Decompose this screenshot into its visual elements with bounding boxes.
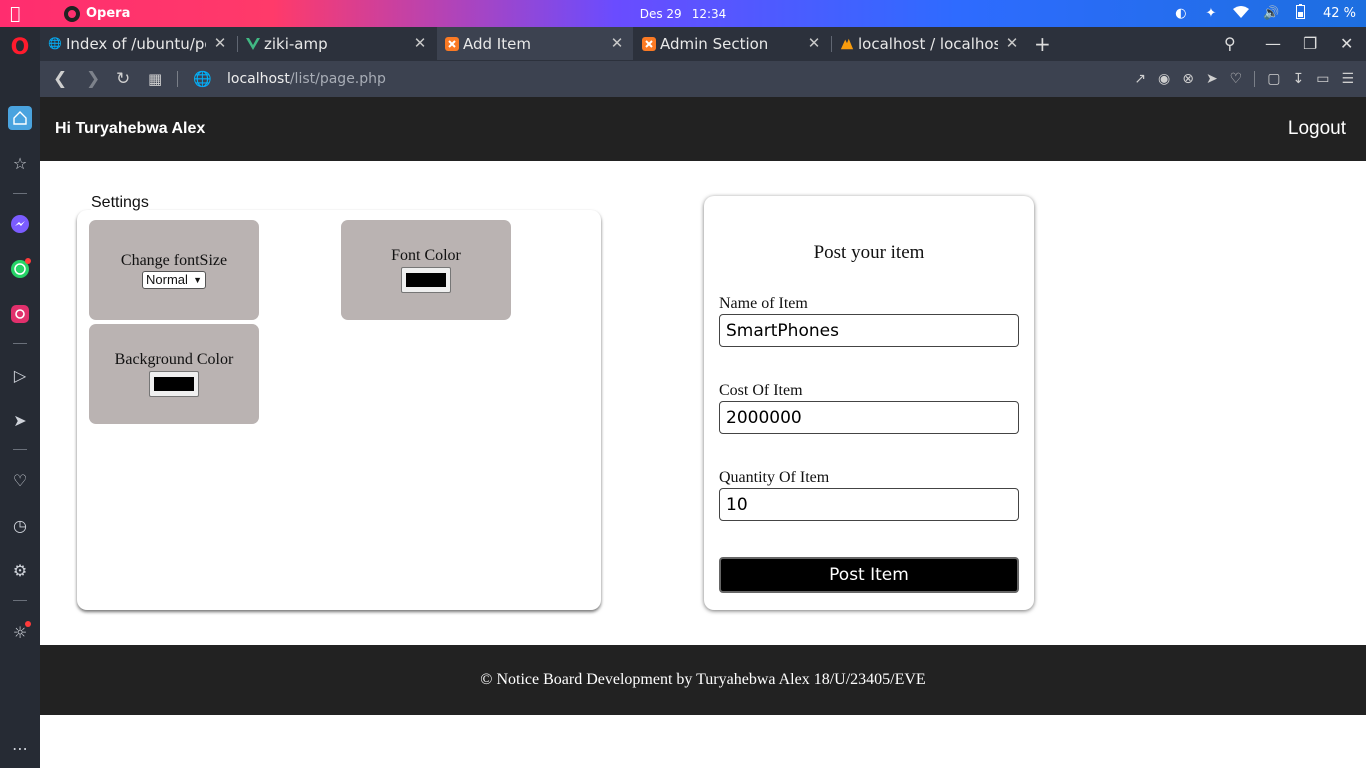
font-size-label: Change fontSize xyxy=(120,251,228,269)
phpmyadmin-icon xyxy=(840,37,854,51)
adblock-icon[interactable]: ⊗ xyxy=(1182,71,1194,87)
url-host: localhost xyxy=(227,71,290,87)
settings-legend: Settings xyxy=(91,194,149,212)
font-color-box: Font Color xyxy=(341,220,511,320)
greeting-text: Hi Turyahebwa Alex xyxy=(55,120,206,137)
send-page-icon[interactable]: ➤ xyxy=(1206,71,1218,87)
share-icon[interactable]: ↗ xyxy=(1134,71,1146,87)
address-actions: ↗ ◉ ⊗ ➤ ♡ ▢ ↧ ▭ ☰ xyxy=(1134,61,1354,97)
close-tab-icon[interactable]: ✕ xyxy=(806,34,822,52)
tabs-grid-icon[interactable]: ▦ xyxy=(148,61,162,97)
download-icon[interactable]: ↧ xyxy=(1292,71,1304,87)
messenger-icon[interactable] xyxy=(8,212,32,236)
item-name-label: Name of Item xyxy=(719,295,808,312)
close-tab-icon[interactable]: ✕ xyxy=(212,34,228,52)
reload-icon[interactable]: ↻ xyxy=(116,61,130,97)
tab-add-item[interactable]: Add Item ✕ xyxy=(437,27,633,60)
volume-icon[interactable]: 🔊 xyxy=(1263,6,1279,21)
battery-percent: 42 % xyxy=(1322,6,1356,21)
date: Des 29 xyxy=(639,6,682,21)
notification-icon[interactable]: ◐ xyxy=(1173,6,1189,21)
app-name: Opera xyxy=(86,6,131,21)
tab-title: Add Item xyxy=(463,34,531,53)
more-icon[interactable]: ⋯ xyxy=(8,736,32,760)
tab-title: localhost / localhost xyxy=(858,34,998,53)
os-top-bar:  Opera Des 29 12:34 ◐ ✦ 🔊 42 % xyxy=(0,0,1366,27)
background-color-box: Background Color xyxy=(89,324,259,424)
tab-admin-section[interactable]: Admin Section ✕ xyxy=(634,27,830,60)
page-footer: © Notice Board Development by Turyahebwa… xyxy=(40,645,1366,715)
new-tab-button[interactable]: + xyxy=(1034,27,1051,60)
close-tab-icon[interactable]: ✕ xyxy=(609,34,625,52)
url-path: /list/page.php xyxy=(289,71,386,87)
easy-setup-icon[interactable]: ☰ xyxy=(1341,71,1354,87)
page-header: Hi Turyahebwa Alex Logout xyxy=(40,97,1366,161)
globe-icon: 🌐 xyxy=(48,37,62,50)
minimize-icon[interactable]: — xyxy=(1265,27,1281,60)
item-quantity-label: Quantity Of Item xyxy=(719,469,830,486)
tab-title: ziki-amp xyxy=(264,34,328,53)
time: 12:34 xyxy=(691,6,727,21)
settings-gear-icon[interactable]: ⚙ xyxy=(8,558,32,582)
logout-link[interactable]: Logout xyxy=(1288,97,1346,161)
item-quantity-input[interactable]: 10 xyxy=(719,488,1019,521)
opera-icon xyxy=(64,5,80,22)
tab-ziki-amp[interactable]: ziki-amp ✕ xyxy=(238,27,436,60)
home-icon[interactable] xyxy=(8,106,32,130)
active-app-menu[interactable]: Opera xyxy=(64,0,130,27)
close-tab-icon[interactable]: ✕ xyxy=(1004,34,1020,52)
clock[interactable]: Des 29 12:34 xyxy=(600,0,766,27)
wifi-icon[interactable] xyxy=(1232,5,1249,22)
address-bar: ❮ ❯ ↻ ▦ 🌐 localhost/list/page.php ↗ ◉ ⊗ … xyxy=(40,61,1366,97)
player-icon[interactable]: ▷ xyxy=(8,363,32,387)
post-item-card: Post your item Name of Item SmartPhones … xyxy=(704,196,1034,610)
background-color-picker[interactable] xyxy=(149,371,199,397)
item-cost-input[interactable]: 2000000 xyxy=(719,401,1019,434)
star-icon[interactable]: ☆ xyxy=(8,151,32,175)
opera-menu-icon[interactable]: O xyxy=(8,35,32,60)
post-form-title: Post your item xyxy=(813,242,925,263)
url-field[interactable]: localhost/list/page.php xyxy=(227,61,386,97)
vue-icon xyxy=(246,37,260,51)
box-icon[interactable]: ▢ xyxy=(1267,71,1280,87)
web-page: Hi Turyahebwa Alex Logout Settings Chang… xyxy=(40,97,1366,768)
tab-bar: 🌐 Index of /ubuntu/po ✕ ziki-amp ✕ Add I… xyxy=(40,27,1366,61)
item-cost-label: Cost Of Item xyxy=(719,382,803,399)
forward-icon[interactable]: ❯ xyxy=(86,61,100,97)
apple-icon[interactable]:  xyxy=(10,0,20,27)
tab-phpmyadmin[interactable]: localhost / localhost ✕ xyxy=(832,27,1028,60)
font-color-picker[interactable] xyxy=(401,267,451,293)
post-item-button[interactable]: Post Item xyxy=(719,557,1019,593)
xampp-icon xyxy=(445,36,459,51)
close-tab-icon[interactable]: ✕ xyxy=(412,34,428,52)
heart-icon[interactable]: ♡ xyxy=(8,468,32,492)
font-size-select[interactable]: Normal ▼ xyxy=(142,270,206,289)
tab-title: Index of /ubuntu/po xyxy=(66,34,206,53)
item-name-input[interactable]: SmartPhones xyxy=(719,314,1019,347)
font-size-value: Normal xyxy=(146,272,188,287)
battery-saver-icon[interactable]: ▭ xyxy=(1316,71,1329,87)
tab-index-ubuntu[interactable]: 🌐 Index of /ubuntu/po ✕ xyxy=(40,27,236,60)
font-color-label: Font Color xyxy=(391,247,461,264)
status-area: ◐ ✦ 🔊 42 % xyxy=(1173,0,1356,27)
tab-title: Admin Section xyxy=(660,34,769,53)
battery-icon[interactable] xyxy=(1293,4,1309,23)
browser-sidebar: O ☆ ▷ ➤ ♡ ◷ ⚙ ☼ ⋯ xyxy=(0,27,40,768)
history-icon[interactable]: ◷ xyxy=(8,513,32,537)
heart-bookmark-icon[interactable]: ♡ xyxy=(1230,71,1243,87)
instagram-icon[interactable] xyxy=(8,302,32,326)
restore-icon[interactable]: ❐ xyxy=(1303,27,1317,60)
chevron-down-icon: ▼ xyxy=(193,274,202,285)
camera-icon[interactable]: ◉ xyxy=(1158,71,1170,87)
background-color-label: Background Color xyxy=(114,351,234,368)
xampp-icon xyxy=(642,36,656,51)
font-size-box: Change fontSize Normal ▼ xyxy=(89,220,259,320)
search-tabs-icon[interactable]: ⚲ xyxy=(1224,27,1236,60)
send-icon[interactable]: ➤ xyxy=(8,408,32,432)
accessibility-icon[interactable]: ✦ xyxy=(1203,6,1219,21)
close-window-icon[interactable]: ✕ xyxy=(1340,27,1353,60)
back-icon[interactable]: ❮ xyxy=(53,61,67,97)
site-info-icon[interactable]: 🌐 xyxy=(193,61,212,97)
